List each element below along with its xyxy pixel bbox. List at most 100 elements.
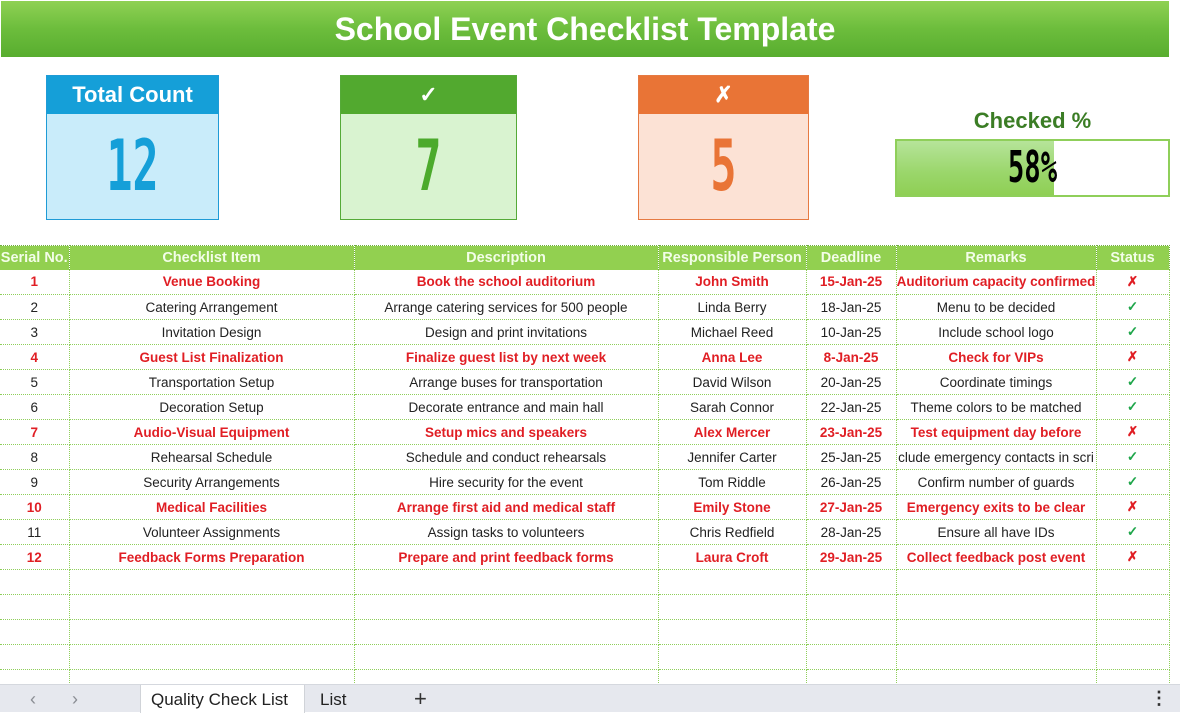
empty-cell[interactable] bbox=[658, 594, 807, 620]
description-cell[interactable]: Prepare and print feedback forms bbox=[354, 544, 659, 570]
description-cell[interactable]: Arrange first aid and medical staff bbox=[354, 494, 659, 520]
empty-cell[interactable] bbox=[0, 569, 70, 595]
item-cell[interactable]: Guest List Finalization bbox=[69, 344, 355, 370]
description-cell[interactable]: Setup mics and speakers bbox=[354, 419, 659, 445]
description-cell[interactable]: Assign tasks to volunteers bbox=[354, 519, 659, 545]
deadline-cell[interactable]: 26-Jan-25 bbox=[806, 469, 897, 495]
remarks-cell[interactable]: Theme colors to be matched bbox=[896, 394, 1097, 420]
status-cell[interactable]: ✗ bbox=[1096, 419, 1170, 445]
empty-cell[interactable] bbox=[896, 569, 1097, 595]
item-cell[interactable]: Rehearsal Schedule bbox=[69, 444, 355, 470]
description-cell[interactable]: Design and print invitations bbox=[354, 319, 659, 345]
item-cell[interactable]: Invitation Design bbox=[69, 319, 355, 345]
description-cell[interactable]: Finalize guest list by next week bbox=[354, 344, 659, 370]
empty-cell[interactable] bbox=[69, 569, 355, 595]
person-cell[interactable]: David Wilson bbox=[658, 369, 807, 395]
remarks-cell[interactable]: clude emergency contacts in scri bbox=[896, 444, 1097, 470]
status-cell[interactable]: ✓ bbox=[1096, 444, 1170, 470]
remarks-cell[interactable]: Auditorium capacity confirmed bbox=[896, 269, 1097, 295]
empty-cell[interactable] bbox=[0, 644, 70, 670]
tab-quality-check-list[interactable]: Quality Check List bbox=[140, 685, 305, 713]
header-responsible-person[interactable]: Responsible Person bbox=[658, 245, 807, 270]
item-cell[interactable]: Transportation Setup bbox=[69, 369, 355, 395]
deadline-cell[interactable]: 23-Jan-25 bbox=[806, 419, 897, 445]
empty-cell[interactable] bbox=[0, 594, 70, 620]
remarks-cell[interactable]: Ensure all have IDs bbox=[896, 519, 1097, 545]
header-checklist-item[interactable]: Checklist Item bbox=[69, 245, 355, 270]
prev-sheet-button[interactable]: ‹ bbox=[30, 689, 36, 710]
status-cell[interactable]: ✗ bbox=[1096, 344, 1170, 370]
add-sheet-button[interactable]: + bbox=[414, 686, 427, 712]
empty-cell[interactable] bbox=[1096, 619, 1170, 645]
description-cell[interactable]: Decorate entrance and main hall bbox=[354, 394, 659, 420]
description-cell[interactable]: Arrange catering services for 500 people bbox=[354, 294, 659, 320]
header-status[interactable]: Status bbox=[1096, 245, 1170, 270]
status-cell[interactable]: ✓ bbox=[1096, 294, 1170, 320]
deadline-cell[interactable]: 8-Jan-25 bbox=[806, 344, 897, 370]
person-cell[interactable]: Jennifer Carter bbox=[658, 444, 807, 470]
empty-cell[interactable] bbox=[69, 594, 355, 620]
deadline-cell[interactable]: 29-Jan-25 bbox=[806, 544, 897, 570]
serial-cell[interactable]: 1 bbox=[0, 269, 70, 295]
empty-cell[interactable] bbox=[0, 619, 70, 645]
person-cell[interactable]: Michael Reed bbox=[658, 319, 807, 345]
remarks-cell[interactable]: Collect feedback post event bbox=[896, 544, 1097, 570]
empty-cell[interactable] bbox=[354, 644, 659, 670]
empty-cell[interactable] bbox=[354, 619, 659, 645]
item-cell[interactable]: Medical Facilities bbox=[69, 494, 355, 520]
item-cell[interactable]: Volunteer Assignments bbox=[69, 519, 355, 545]
serial-cell[interactable]: 11 bbox=[0, 519, 70, 545]
deadline-cell[interactable]: 27-Jan-25 bbox=[806, 494, 897, 520]
status-cell[interactable]: ✓ bbox=[1096, 319, 1170, 345]
deadline-cell[interactable]: 10-Jan-25 bbox=[806, 319, 897, 345]
remarks-cell[interactable]: Coordinate timings bbox=[896, 369, 1097, 395]
person-cell[interactable]: Emily Stone bbox=[658, 494, 807, 520]
empty-cell[interactable] bbox=[69, 619, 355, 645]
serial-cell[interactable]: 2 bbox=[0, 294, 70, 320]
empty-cell[interactable] bbox=[658, 569, 807, 595]
remarks-cell[interactable]: Confirm number of guards bbox=[896, 469, 1097, 495]
description-cell[interactable]: Hire security for the event bbox=[354, 469, 659, 495]
description-cell[interactable]: Schedule and conduct rehearsals bbox=[354, 444, 659, 470]
serial-cell[interactable]: 4 bbox=[0, 344, 70, 370]
status-cell[interactable]: ✓ bbox=[1096, 369, 1170, 395]
person-cell[interactable]: Alex Mercer bbox=[658, 419, 807, 445]
serial-cell[interactable]: 10 bbox=[0, 494, 70, 520]
remarks-cell[interactable]: Test equipment day before bbox=[896, 419, 1097, 445]
tab-list[interactable]: List bbox=[310, 685, 356, 713]
item-cell[interactable]: Catering Arrangement bbox=[69, 294, 355, 320]
deadline-cell[interactable]: 22-Jan-25 bbox=[806, 394, 897, 420]
deadline-cell[interactable]: 15-Jan-25 bbox=[806, 269, 897, 295]
deadline-cell[interactable]: 25-Jan-25 bbox=[806, 444, 897, 470]
empty-cell[interactable] bbox=[806, 644, 897, 670]
status-cell[interactable]: ✓ bbox=[1096, 469, 1170, 495]
header-serial[interactable]: Serial No. bbox=[0, 245, 70, 270]
deadline-cell[interactable]: 28-Jan-25 bbox=[806, 519, 897, 545]
serial-cell[interactable]: 5 bbox=[0, 369, 70, 395]
deadline-cell[interactable]: 20-Jan-25 bbox=[806, 369, 897, 395]
status-cell[interactable]: ✓ bbox=[1096, 519, 1170, 545]
status-cell[interactable]: ✓ bbox=[1096, 394, 1170, 420]
header-deadline[interactable]: Deadline bbox=[806, 245, 897, 270]
empty-cell[interactable] bbox=[354, 569, 659, 595]
remarks-cell[interactable]: Check for VIPs bbox=[896, 344, 1097, 370]
person-cell[interactable]: Tom Riddle bbox=[658, 469, 807, 495]
item-cell[interactable]: Venue Booking bbox=[69, 269, 355, 295]
person-cell[interactable]: Linda Berry bbox=[658, 294, 807, 320]
remarks-cell[interactable]: Emergency exits to be clear bbox=[896, 494, 1097, 520]
serial-cell[interactable]: 8 bbox=[0, 444, 70, 470]
serial-cell[interactable]: 7 bbox=[0, 419, 70, 445]
next-sheet-button[interactable]: › bbox=[72, 689, 78, 710]
empty-cell[interactable] bbox=[658, 644, 807, 670]
person-cell[interactable]: Sarah Connor bbox=[658, 394, 807, 420]
description-cell[interactable]: Book the school auditorium bbox=[354, 269, 659, 295]
empty-cell[interactable] bbox=[1096, 594, 1170, 620]
status-cell[interactable]: ✗ bbox=[1096, 269, 1170, 295]
empty-cell[interactable] bbox=[1096, 644, 1170, 670]
item-cell[interactable]: Feedback Forms Preparation bbox=[69, 544, 355, 570]
remarks-cell[interactable]: Include school logo bbox=[896, 319, 1097, 345]
description-cell[interactable]: Arrange buses for transportation bbox=[354, 369, 659, 395]
status-cell[interactable]: ✗ bbox=[1096, 544, 1170, 570]
empty-cell[interactable] bbox=[896, 619, 1097, 645]
empty-cell[interactable] bbox=[69, 644, 355, 670]
